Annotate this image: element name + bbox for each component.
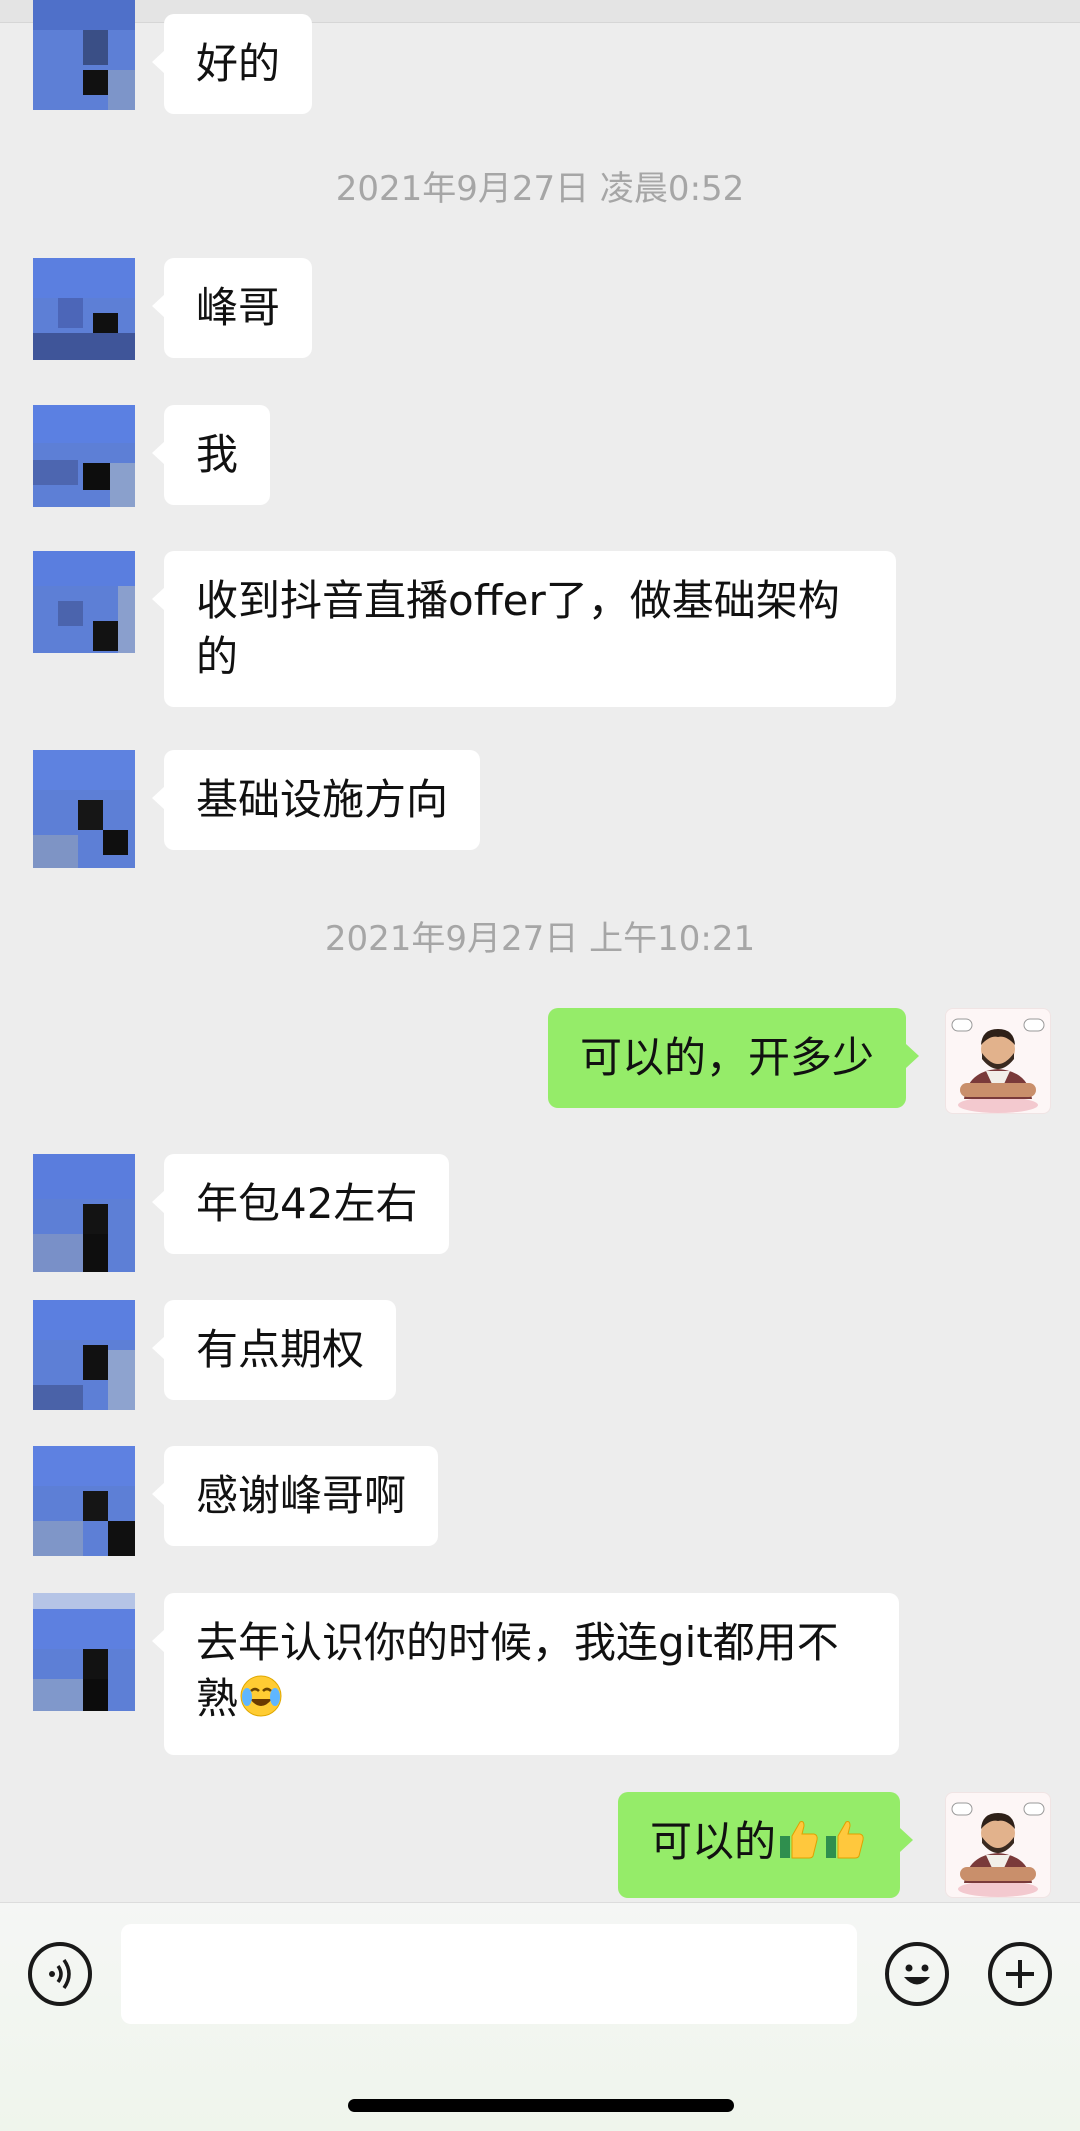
plus-icon <box>1006 1960 1034 1988</box>
emoji-face-icon <box>904 1964 930 1985</box>
my-message-bubble[interactable]: 可以的，开多少 <box>548 1008 920 1108</box>
message-bubble[interactable]: 我 <box>151 405 271 505</box>
message-text: 可以的，开多少 <box>580 1033 875 1082</box>
home-indicator[interactable] <box>348 2099 734 2112</box>
message-text: 好的 <box>196 39 281 88</box>
message-input[interactable] <box>121 1924 857 2024</box>
contact-avatar[interactable] <box>33 551 135 653</box>
timestamp: 2021年9月27日 上午10:21 <box>324 919 756 959</box>
contact-avatar[interactable] <box>33 750 135 868</box>
message-text: 收到抖音直播offer了，做基础架构的 <box>196 576 840 681</box>
message-text: 有点期权 <box>196 1325 365 1374</box>
message-text: 基础设施方向 <box>196 775 449 824</box>
my-avatar[interactable] <box>945 1792 1051 1898</box>
contact-avatar[interactable] <box>33 1154 135 1272</box>
cartoon-man-avatar-icon <box>951 1018 1045 1113</box>
tears-of-joy-emoji-icon <box>238 1673 284 1733</box>
message-bubble[interactable]: 去年认识你的时候，我连git都用不熟 <box>152 1593 899 1755</box>
message-bubble[interactable]: 基础设施方向 <box>151 750 481 850</box>
message-text: 去年认识你的时候，我连git都用不熟 <box>196 1618 839 1723</box>
voice-button[interactable] <box>28 1942 92 2006</box>
emoji-button[interactable] <box>885 1942 949 2006</box>
contact-avatar[interactable] <box>33 1300 135 1410</box>
cartoon-man-avatar-icon <box>951 1802 1045 1897</box>
message-text: 可以的 <box>650 1817 777 1866</box>
message-bubble[interactable]: 好的 <box>151 14 313 114</box>
top-edge <box>0 0 1080 23</box>
message-text: 峰哥 <box>196 283 281 332</box>
message-bubble[interactable]: 年包42左右 <box>151 1154 450 1254</box>
my-avatar[interactable] <box>945 1008 1051 1114</box>
message-text: 我 <box>196 430 239 479</box>
thumbs-up-emoji-icon <box>776 1816 822 1876</box>
my-message-bubble[interactable]: 可以的 <box>618 1792 914 1898</box>
message-bubble[interactable]: 收到抖音直播offer了，做基础架构的 <box>152 551 896 707</box>
contact-avatar[interactable] <box>33 1446 135 1556</box>
timestamp: 2021年9月27日 凌晨0:52 <box>335 169 745 209</box>
message-text: 感谢峰哥啊 <box>196 1471 407 1520</box>
voice-icon <box>49 1958 71 1990</box>
message-bubble[interactable]: 峰哥 <box>151 258 313 358</box>
contact-avatar[interactable] <box>33 258 135 360</box>
thumbs-up-emoji-icon <box>822 1816 868 1876</box>
message-text: 年包42左右 <box>196 1179 418 1228</box>
message-bubble[interactable]: 感谢峰哥啊 <box>151 1446 439 1546</box>
contact-avatar[interactable] <box>33 0 135 110</box>
contact-avatar[interactable] <box>33 1593 135 1711</box>
message-bubble[interactable]: 有点期权 <box>151 1300 397 1400</box>
contact-avatar[interactable] <box>33 405 135 507</box>
more-button[interactable] <box>988 1942 1052 2006</box>
